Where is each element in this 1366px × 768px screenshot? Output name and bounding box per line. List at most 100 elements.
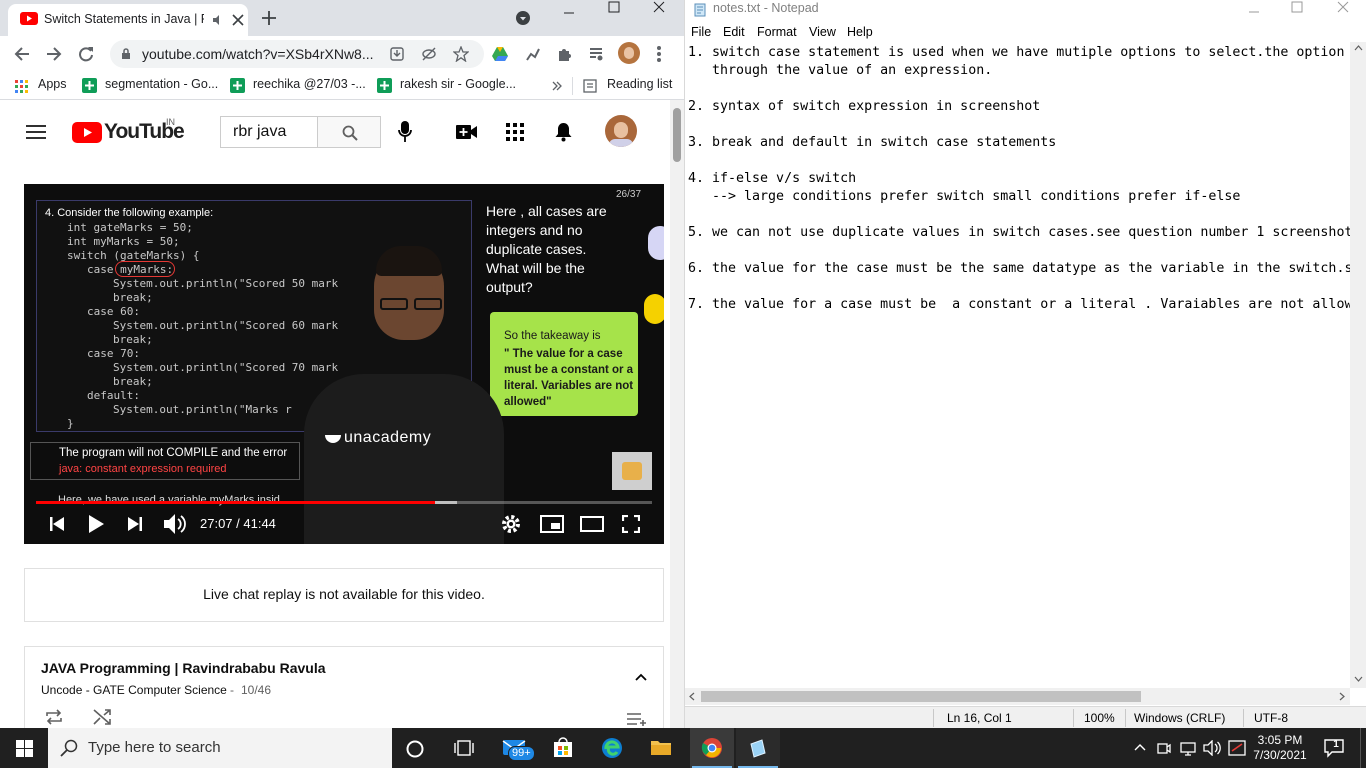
loop-icon[interactable] xyxy=(45,709,63,725)
playlist-channel[interactable]: Uncode - GATE Computer Science xyxy=(41,683,227,697)
media-queue-icon[interactable] xyxy=(588,46,604,62)
next-icon[interactable] xyxy=(128,517,142,531)
eye-off-icon[interactable] xyxy=(422,47,436,61)
meet-now-icon[interactable] xyxy=(1157,740,1171,756)
new-tab-icon[interactable] xyxy=(261,10,277,26)
apps-grid-icon[interactable] xyxy=(506,123,524,141)
cortana-icon[interactable] xyxy=(406,740,424,758)
menu-file[interactable]: File xyxy=(691,25,711,39)
minimize-icon[interactable] xyxy=(1248,6,1260,18)
bookmark-segmentation[interactable]: segmentation - Go... xyxy=(105,77,218,91)
chrome-taskbar-button[interactable] xyxy=(690,728,734,768)
scroll-right-icon[interactable] xyxy=(1339,692,1346,701)
bookmark-apps[interactable]: Apps xyxy=(38,77,67,91)
decorative-shape xyxy=(644,294,664,324)
settings-gear-icon[interactable] xyxy=(502,515,520,533)
audio-icon[interactable] xyxy=(212,14,224,26)
close-window-icon[interactable] xyxy=(1337,1,1349,13)
more-bookmarks-icon[interactable] xyxy=(552,81,562,91)
menu-edit[interactable]: Edit xyxy=(723,25,745,39)
notepad-window: notes.txt - Notepad File Edit Format Vie… xyxy=(684,0,1366,728)
microphone-icon[interactable] xyxy=(398,121,412,143)
bookmark-rakesh-sir[interactable]: rakesh sir - Google... xyxy=(400,77,516,91)
speaker-icon[interactable] xyxy=(1203,740,1221,756)
scroll-up-icon[interactable] xyxy=(1354,44,1363,51)
file-explorer-icon[interactable] xyxy=(650,738,672,756)
menu-help[interactable]: Help xyxy=(847,25,873,39)
input-indicator-icon[interactable] xyxy=(1228,739,1246,757)
notepad-taskbar-button[interactable] xyxy=(736,728,780,768)
browser-tab[interactable]: Switch Statements in Java | R xyxy=(8,4,248,36)
unacademy-logo-icon xyxy=(325,435,341,443)
page-scrollbar[interactable] xyxy=(670,100,684,728)
status-divider xyxy=(1243,709,1244,727)
analytics-extension-icon[interactable] xyxy=(525,46,541,62)
create-video-icon[interactable] xyxy=(456,124,478,140)
slide-counter: 26/37 xyxy=(616,189,642,200)
scroll-down-icon[interactable] xyxy=(1354,676,1363,683)
menu-format[interactable]: Format xyxy=(757,25,797,39)
video-player[interactable]: 26/37 4. Consider the following example:… xyxy=(24,184,664,544)
status-position: Ln 16, Col 1 xyxy=(947,711,1012,725)
extensions-puzzle-icon[interactable] xyxy=(556,46,572,62)
bookmark-star-icon[interactable] xyxy=(453,46,469,62)
shuffle-icon[interactable] xyxy=(93,709,111,725)
notifications-bell-icon[interactable] xyxy=(555,122,572,142)
notepad-horizontal-scrollbar[interactable] xyxy=(685,688,1350,705)
lock-icon[interactable] xyxy=(121,48,131,60)
close-window-icon[interactable] xyxy=(653,1,665,13)
youtube-logo-icon[interactable] xyxy=(72,122,102,143)
windows-start-icon[interactable] xyxy=(16,740,33,757)
fullscreen-icon[interactable] xyxy=(622,515,640,533)
youtube-search-button[interactable] xyxy=(317,116,381,148)
playlist-position-separator: - xyxy=(230,683,234,697)
show-hidden-icons-icon[interactable] xyxy=(1134,743,1146,751)
taskbar-clock[interactable]: 3:05 PM 7/30/2021 xyxy=(1245,733,1315,763)
playlist-title[interactable]: JAVA Programming | Ravindrababu Ravula xyxy=(41,660,326,676)
status-line-endings: Windows (CRLF) xyxy=(1134,711,1226,725)
install-app-icon[interactable] xyxy=(390,47,404,61)
taskbar-search-box[interactable]: Type here to search xyxy=(48,728,392,768)
playlist-menu-icon[interactable] xyxy=(627,713,647,727)
reading-list-icon[interactable] xyxy=(583,79,597,93)
task-view-icon[interactable] xyxy=(454,740,474,756)
close-tab-icon[interactable] xyxy=(232,14,244,26)
minimize-icon[interactable] xyxy=(563,7,575,19)
tab-search-icon[interactable] xyxy=(516,11,530,25)
chrome-menu-icon[interactable] xyxy=(656,45,662,63)
menu-view[interactable]: View xyxy=(809,25,836,39)
page-scrollbar-thumb[interactable] xyxy=(673,108,681,162)
reading-list-label[interactable]: Reading list xyxy=(607,77,672,91)
hamburger-menu-icon[interactable] xyxy=(26,124,46,140)
show-desktop-button[interactable] xyxy=(1360,728,1366,768)
volume-icon[interactable] xyxy=(164,514,186,534)
miniplayer-icon[interactable] xyxy=(540,515,564,533)
youtube-avatar[interactable] xyxy=(605,115,637,147)
edge-browser-icon[interactable] xyxy=(601,737,623,759)
reload-icon[interactable] xyxy=(78,46,94,62)
bookmark-reechika[interactable]: reechika @27/03 -... xyxy=(253,77,366,91)
maximize-icon[interactable] xyxy=(608,1,620,13)
maximize-icon[interactable] xyxy=(1291,1,1303,13)
notepad-menu-bar: File Edit Format View Help xyxy=(685,22,1366,42)
address-bar[interactable]: youtube.com/watch?v=XSb4rXNw8... xyxy=(110,40,484,68)
horizontal-scroll-thumb[interactable] xyxy=(701,691,1141,702)
collapse-chevron-icon[interactable] xyxy=(635,673,647,681)
progress-bar[interactable] xyxy=(36,501,652,504)
scroll-left-icon[interactable] xyxy=(688,692,695,701)
status-divider xyxy=(1125,709,1126,727)
profile-avatar[interactable] xyxy=(618,42,640,64)
notepad-icon xyxy=(750,739,766,758)
notepad-vertical-scrollbar[interactable] xyxy=(1350,42,1366,688)
youtube-search-input[interactable]: rbr java xyxy=(220,116,318,148)
theater-mode-icon[interactable] xyxy=(580,516,604,532)
previous-icon[interactable] xyxy=(50,517,64,531)
google-drive-icon[interactable] xyxy=(492,46,508,61)
network-icon[interactable] xyxy=(1180,740,1196,756)
forward-icon[interactable] xyxy=(46,46,62,62)
apps-grid-icon[interactable] xyxy=(15,80,29,94)
back-icon[interactable] xyxy=(14,46,30,62)
play-icon[interactable] xyxy=(88,515,104,533)
notepad-text-area[interactable]: 1. switch case statement is used when we… xyxy=(688,44,1350,688)
store-icon[interactable] xyxy=(553,737,573,758)
